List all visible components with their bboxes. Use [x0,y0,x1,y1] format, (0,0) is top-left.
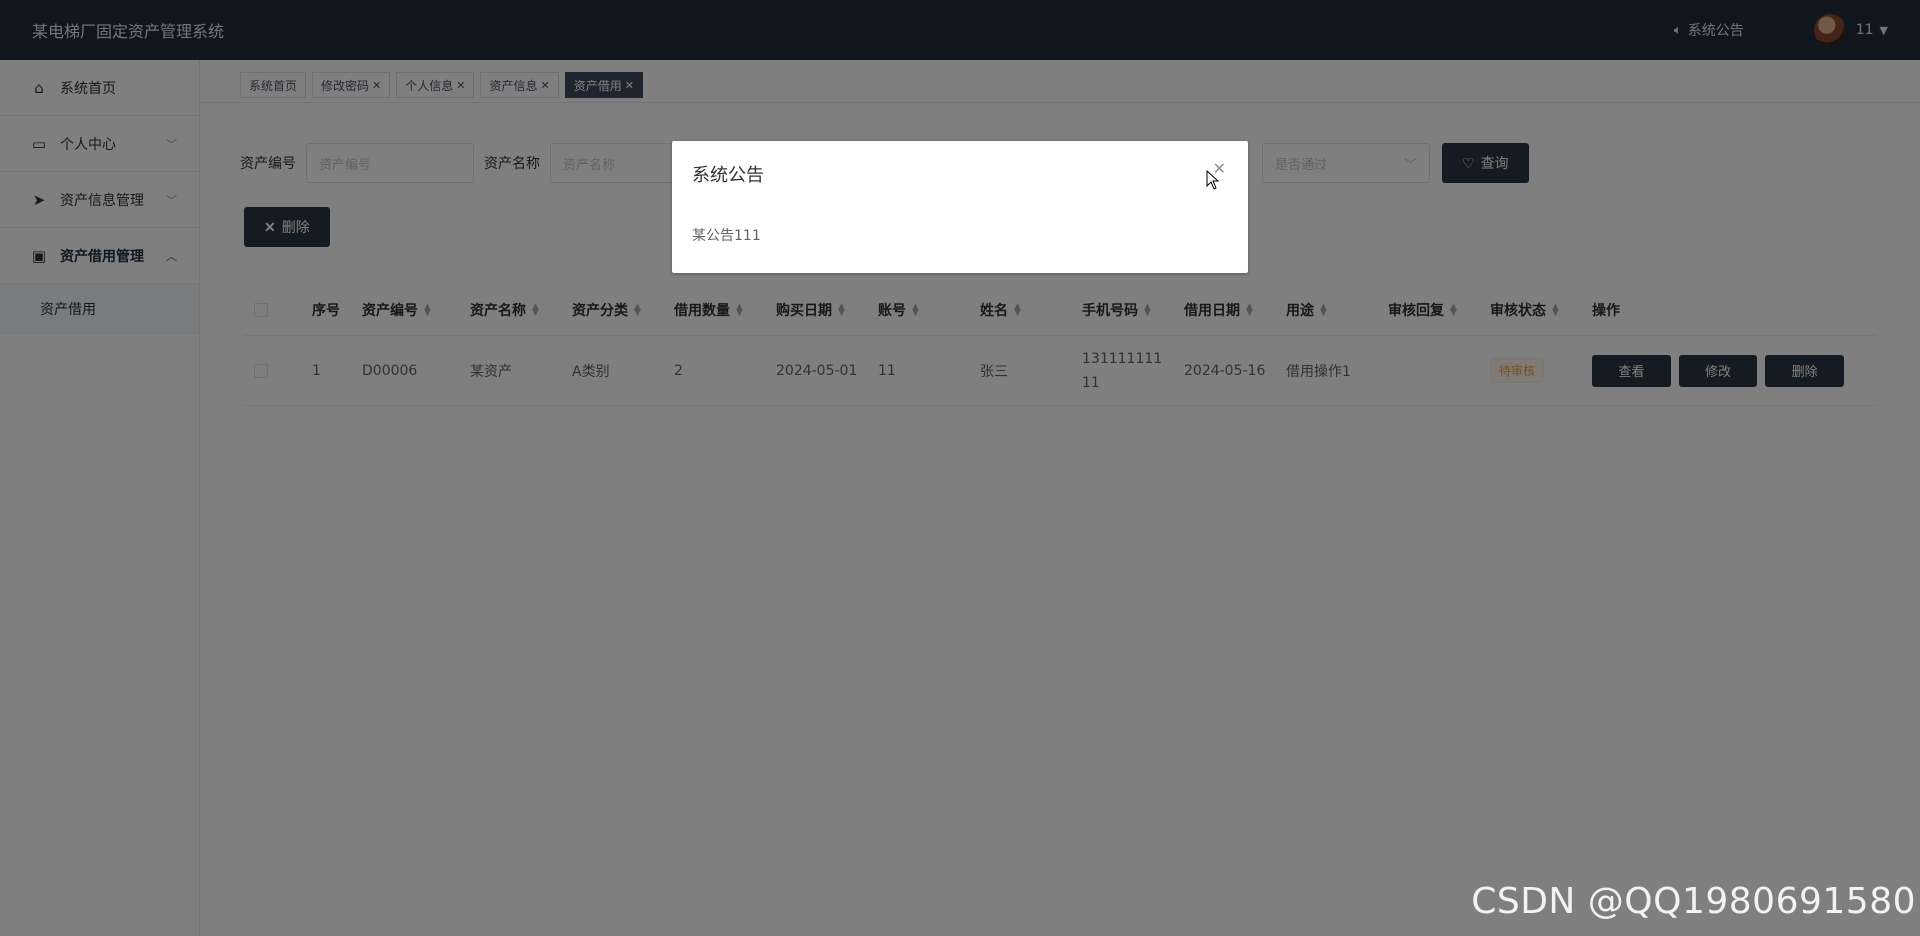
dialog-title: 系统公告 [692,165,764,186]
dialog-body: 某公告111 [692,228,761,244]
mouse-cursor-icon [1206,170,1220,190]
notice-dialog: 系统公告 ✕ 某公告111 [672,141,1248,273]
watermark: CSDN @QQ1980691580 [1471,881,1916,922]
